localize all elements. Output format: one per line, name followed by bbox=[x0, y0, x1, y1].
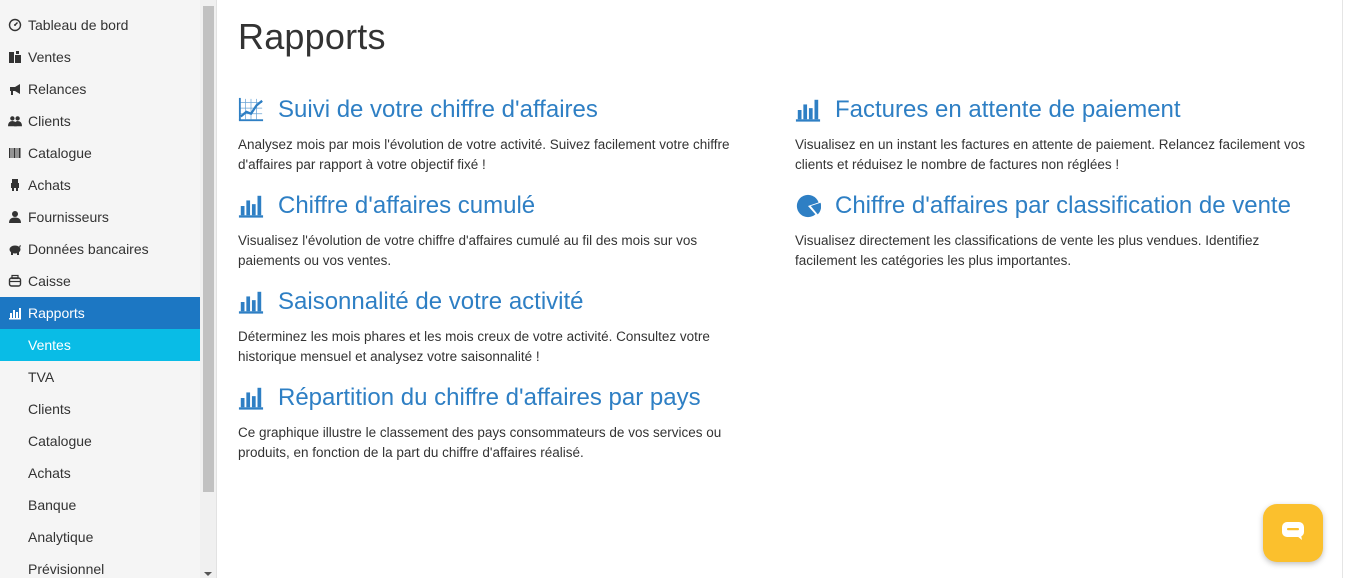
report-title: Suivi de votre chiffre d'affaires bbox=[278, 96, 598, 123]
sidebar-item-relances[interactable]: Relances bbox=[0, 73, 200, 105]
sidebar-subitem-clients[interactable]: Clients bbox=[0, 393, 200, 425]
sidebar-item-tableau-de-bord[interactable]: Tableau de bord bbox=[0, 9, 200, 41]
report-description: Analysez mois par mois l'évolution de vo… bbox=[238, 135, 758, 175]
report-title: Factures en attente de paiement bbox=[835, 96, 1181, 123]
sidebar-subitem-label: Achats bbox=[28, 465, 71, 481]
report-description-line: Analysez mois par mois l'évolution de vo… bbox=[238, 137, 730, 152]
sidebar-item-label: Tableau de bord bbox=[28, 17, 129, 33]
bar-chart-icon bbox=[238, 192, 266, 220]
sidebar-item-achats[interactable]: Achats bbox=[0, 169, 200, 201]
report-card-factures: Factures en attente de paiement Visualis… bbox=[795, 95, 1315, 175]
report-description-line: paiements ou vos ventes. bbox=[238, 253, 392, 268]
report-title: Chiffre d'affaires par classification de… bbox=[835, 192, 1291, 219]
sidebar-subitem-label: Prévisionnel bbox=[28, 561, 105, 577]
sidebar-subitem-analytique[interactable]: Analytique bbox=[0, 521, 200, 553]
chat-button[interactable] bbox=[1263, 504, 1323, 562]
report-title: Répartition du chiffre d'affaires par pa… bbox=[278, 384, 701, 411]
purchases-icon bbox=[7, 177, 23, 193]
line-chart-icon bbox=[238, 96, 266, 124]
report-description: Visualisez directement les classificatio… bbox=[795, 231, 1315, 271]
report-description-line: produits, en fonction de la part du chif… bbox=[238, 445, 584, 460]
report-card-pays: Répartition du chiffre d'affaires par pa… bbox=[238, 383, 758, 463]
sidebar-item-ventes[interactable]: Ventes bbox=[0, 41, 200, 73]
sidebar-item-label: Caisse bbox=[28, 273, 71, 289]
chat-icon bbox=[1281, 521, 1305, 546]
window-edge bbox=[1342, 0, 1346, 578]
cash-icon bbox=[7, 273, 23, 289]
users-icon bbox=[7, 113, 23, 129]
report-description-line: clients et réduisez le nombre de facture… bbox=[795, 157, 1120, 172]
sales-icon bbox=[7, 49, 23, 65]
bar-chart-icon bbox=[238, 288, 266, 316]
sidebar-item-fournisseurs[interactable]: Fournisseurs bbox=[0, 201, 200, 233]
report-card-cumule: Chiffre d'affaires cumulé Visualisez l'é… bbox=[238, 191, 758, 271]
scroll-down-arrow-icon[interactable] bbox=[204, 572, 212, 576]
sidebar-item-label: Fournisseurs bbox=[28, 209, 109, 225]
report-description: Déterminez les mois phares et les mois c… bbox=[238, 327, 758, 367]
dashboard-icon bbox=[7, 17, 23, 33]
sidebar-scrollbar[interactable] bbox=[200, 0, 217, 578]
sidebar-subitem-achats[interactable]: Achats bbox=[0, 457, 200, 489]
sidebar-item-rapports[interactable]: Rapports bbox=[0, 297, 200, 329]
report-link[interactable]: Suivi de votre chiffre d'affaires bbox=[238, 95, 758, 125]
sidebar-item-catalogue[interactable]: Catalogue bbox=[0, 137, 200, 169]
page-title: Rapports bbox=[238, 16, 386, 57]
report-description-line: Visualisez directement les classificatio… bbox=[795, 233, 1260, 248]
report-title: Saisonnalité de votre activité bbox=[278, 288, 584, 315]
sidebar-item-label: Clients bbox=[28, 113, 71, 129]
report-card-suivi: Suivi de votre chiffre d'affaires Analys… bbox=[238, 95, 758, 175]
bar-chart-icon bbox=[238, 384, 266, 412]
report-description-line: facilement les catégories les plus impor… bbox=[795, 253, 1072, 268]
report-title: Chiffre d'affaires cumulé bbox=[278, 192, 536, 219]
sidebar-item-label: Rapports bbox=[28, 305, 85, 321]
report-link[interactable]: Répartition du chiffre d'affaires par pa… bbox=[238, 383, 758, 413]
main-content: Rapports Suivi de votre chiffre d'affair… bbox=[217, 0, 1343, 578]
piggy-bank-icon bbox=[7, 241, 23, 257]
sidebar-item-clients[interactable]: Clients bbox=[0, 105, 200, 137]
report-card-classification: Chiffre d'affaires par classification de… bbox=[795, 191, 1315, 271]
sidebar-subitem-label: TVA bbox=[28, 369, 55, 385]
megaphone-icon bbox=[7, 81, 23, 97]
sidebar-subitem-tva[interactable]: TVA bbox=[0, 361, 200, 393]
report-description-line: historique mensuel et analysez votre sai… bbox=[238, 349, 540, 364]
report-description-line: Ce graphique illustre le classement des … bbox=[238, 425, 722, 440]
sidebar-subitem-ventes[interactable]: Ventes bbox=[0, 329, 200, 361]
sidebar-item-donnees-bancaires[interactable]: Données bancaires bbox=[0, 233, 200, 265]
sidebar-item-label: Achats bbox=[28, 177, 71, 193]
report-description-line: Déterminez les mois phares et les mois c… bbox=[238, 329, 710, 344]
report-description: Visualisez l'évolution de votre chiffre … bbox=[238, 231, 758, 271]
report-description: Visualisez en un instant les factures en… bbox=[795, 135, 1315, 175]
sidebar-item-label: Ventes bbox=[28, 49, 71, 65]
report-description-line: Visualisez l'évolution de votre chiffre … bbox=[238, 233, 698, 248]
sidebar: Tableau de bord Ventes Relances Clients … bbox=[0, 0, 200, 578]
sidebar-subitem-label: Clients bbox=[28, 401, 71, 417]
bar-chart-icon bbox=[7, 305, 23, 321]
sidebar-item-label: Catalogue bbox=[28, 145, 92, 161]
barcode-icon bbox=[7, 145, 23, 161]
report-link[interactable]: Chiffre d'affaires par classification de… bbox=[795, 191, 1315, 221]
report-link[interactable]: Saisonnalité de votre activité bbox=[238, 287, 758, 317]
user-icon bbox=[7, 209, 23, 225]
pie-chart-icon bbox=[795, 192, 823, 220]
sidebar-subitem-label: Analytique bbox=[28, 529, 94, 545]
sidebar-subitem-previsionnel[interactable]: Prévisionnel bbox=[0, 553, 200, 578]
sidebar-subitem-banque[interactable]: Banque bbox=[0, 489, 200, 521]
sidebar-item-label: Relances bbox=[28, 81, 87, 97]
report-description-line: Visualisez en un instant les factures en… bbox=[795, 137, 1306, 152]
sidebar-subitem-label: Ventes bbox=[28, 337, 71, 353]
sidebar-item-caisse[interactable]: Caisse bbox=[0, 265, 200, 297]
sidebar-subitem-label: Catalogue bbox=[28, 433, 92, 449]
report-link[interactable]: Chiffre d'affaires cumulé bbox=[238, 191, 758, 221]
report-card-saisonnalite: Saisonnalité de votre activité Détermine… bbox=[238, 287, 758, 367]
sidebar-subitem-label: Banque bbox=[28, 497, 77, 513]
report-link[interactable]: Factures en attente de paiement bbox=[795, 95, 1315, 125]
sidebar-item-label: Données bancaires bbox=[28, 241, 149, 257]
report-description: Ce graphique illustre le classement des … bbox=[238, 423, 758, 463]
sidebar-subitem-catalogue[interactable]: Catalogue bbox=[0, 425, 200, 457]
scrollbar-thumb[interactable] bbox=[203, 6, 214, 492]
bar-chart-icon bbox=[795, 96, 823, 124]
report-description-line: d'affaires par rapport à votre objectif … bbox=[238, 157, 486, 172]
